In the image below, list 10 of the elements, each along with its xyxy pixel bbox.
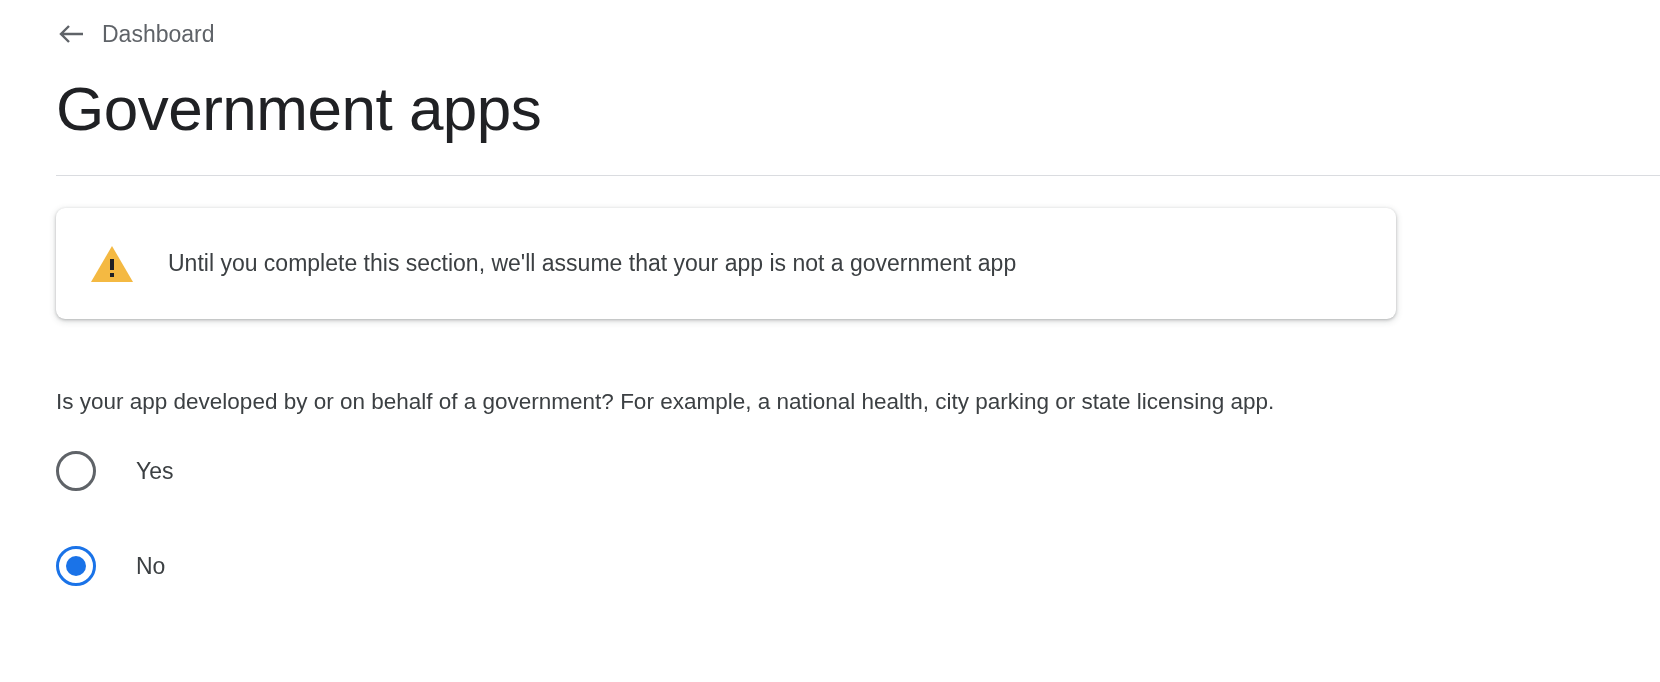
page-title: Government apps xyxy=(56,73,543,145)
radio-button[interactable] xyxy=(56,546,96,586)
option-label[interactable]: Yes xyxy=(136,457,174,485)
notice-text: Until you complete this section, we'll assume that your app is not a government app xyxy=(168,250,1017,277)
question-text: Is your app developed by or on behalf of a government? For example, a national health, city parking or state licensing app. xyxy=(56,389,1276,415)
radio-button[interactable] xyxy=(56,451,96,491)
back-arrow-icon xyxy=(58,24,84,44)
warning-icon xyxy=(90,244,134,283)
option-label[interactable]: No xyxy=(136,552,166,580)
back-link[interactable]: Dashboard xyxy=(56,18,215,50)
